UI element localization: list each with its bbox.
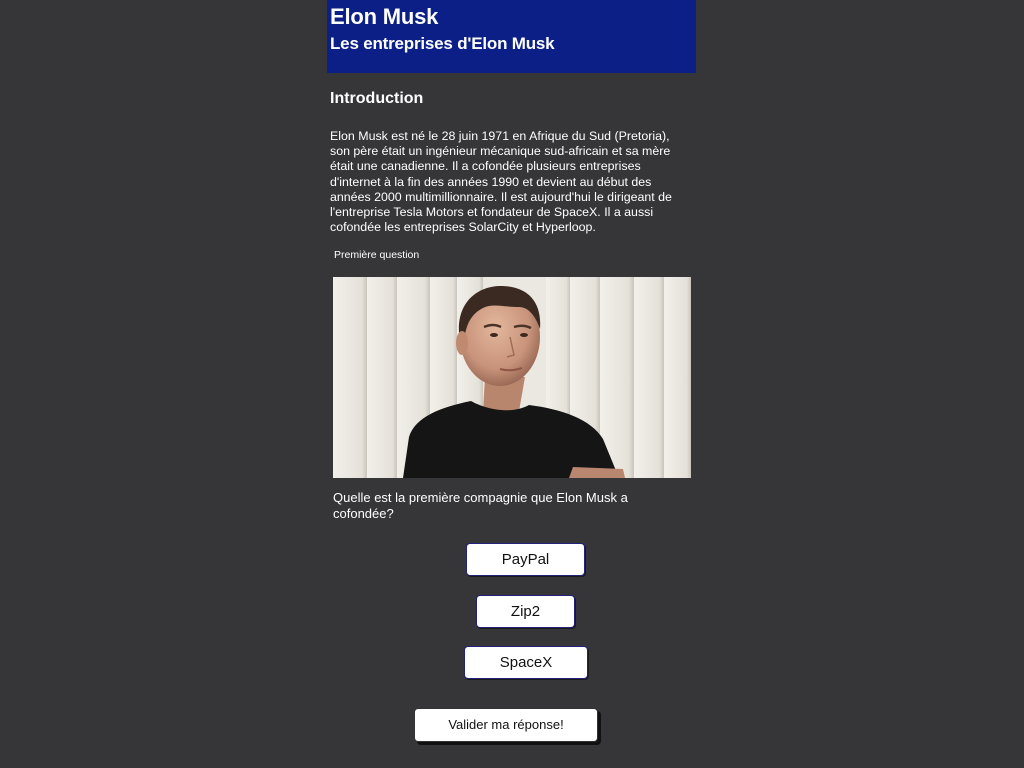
site-title: Elon Musk: [330, 4, 439, 29]
portrait-image: [333, 277, 691, 478]
section-heading-introduction: Introduction: [330, 90, 424, 107]
site-subtitle: Les entreprises d'Elon Musk: [330, 34, 555, 53]
intro-paragraph: Elon Musk est né le 28 juin 1971 en Afri…: [330, 129, 672, 235]
answer-button-paypal[interactable]: PayPal: [466, 543, 585, 576]
answer-button-spacex[interactable]: SpaceX: [464, 646, 588, 679]
submit-answer-button[interactable]: Valider ma réponse!: [414, 708, 598, 742]
portrait-photo: [333, 277, 691, 478]
question-label: Première question: [334, 249, 420, 261]
page: Elon Musk Les entreprises d'Elon Musk In…: [327, 0, 696, 768]
page-header: Elon Musk Les entreprises d'Elon Musk: [327, 0, 696, 73]
answer-button-zip2[interactable]: Zip2: [476, 595, 575, 628]
question-text: Quelle est la première compagnie que Elo…: [333, 490, 628, 521]
